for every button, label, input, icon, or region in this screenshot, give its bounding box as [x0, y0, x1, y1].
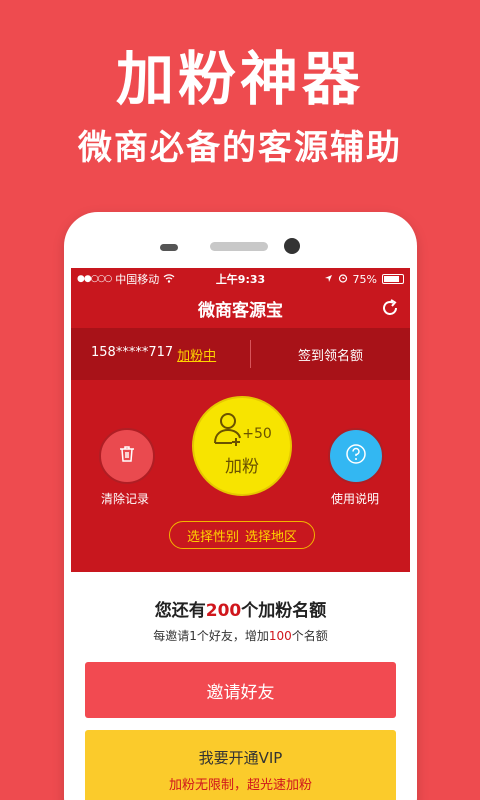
quota-prefix: 您还有 — [154, 601, 206, 621]
help-button[interactable] — [328, 428, 384, 484]
nav-title: 微商客源宝 — [198, 300, 283, 321]
location-icon — [324, 273, 333, 286]
account-phone: 158*****717 — [91, 344, 174, 360]
promo-subtitle: 微商必备的客源辅助 — [78, 128, 402, 168]
add-fans-label: 加粉 — [225, 456, 259, 477]
sensor-dot — [160, 244, 178, 251]
vip-title: 我要开通VIP — [198, 749, 283, 767]
invite-suffix: 个名额 — [291, 629, 328, 643]
front-camera — [284, 238, 300, 254]
invite-hint: 每邀请1个好友，增加100个名额 — [71, 627, 410, 644]
trash-icon — [117, 444, 137, 468]
add-fans-button[interactable]: +50 加粉 — [192, 396, 292, 496]
status-bar: ●●○○○ 中国移动 上午9:33 75% — [71, 268, 410, 290]
invite-prefix: 每邀请1个好友，增加 — [153, 629, 269, 643]
question-icon — [345, 443, 367, 469]
filter-button[interactable]: 选择性别 选择地区 — [169, 521, 315, 549]
signin-button[interactable]: 签到领名额 — [251, 345, 410, 364]
phone-frame: ●●○○○ 中国移动 上午9:33 75% 微商客源宝 158*****717 … — [64, 212, 417, 800]
battery-percent: 75% — [352, 272, 377, 286]
clear-records-label: 清除记录 — [101, 492, 150, 506]
quota-count: 200 — [205, 601, 242, 621]
quota-section: 您还有200个加粉名额 每邀请1个好友，增加100个名额 — [71, 572, 410, 644]
promo-title: 加粉神器 — [115, 45, 364, 113]
add-user-icon — [212, 410, 244, 450]
add-count: +50 — [242, 425, 272, 442]
filter-gender[interactable]: 选择性别 — [187, 526, 239, 545]
alarm-icon — [338, 273, 348, 286]
header-panel: ●●○○○ 中国移动 上午9:33 75% 微商客源宝 158*****717 … — [71, 268, 410, 572]
refresh-icon[interactable] — [380, 298, 400, 318]
vip-description: 加粉无限制，超光速加粉 — [168, 778, 312, 793]
account-status-link[interactable]: 加粉中 — [177, 345, 216, 364]
vip-button[interactable]: 我要开通VIP 加粉无限制，超光速加粉 — [85, 730, 396, 800]
filter-region[interactable]: 选择地区 — [245, 526, 297, 545]
invite-friends-button[interactable]: 邀请好友 — [85, 662, 396, 718]
help-label: 使用说明 — [331, 492, 380, 506]
nav-bar: 微商客源宝 — [71, 290, 410, 326]
clear-records-button[interactable] — [99, 428, 155, 484]
quota-suffix: 个加粉名额 — [241, 601, 327, 621]
account-bar: 158*****717 加粉中 签到领名额 — [71, 328, 410, 380]
invite-count: 100 — [268, 629, 292, 643]
action-area: 清除记录 +50 加粉 使用说明 — [71, 380, 410, 520]
earpiece-speaker — [210, 242, 268, 251]
app-screen: ●●○○○ 中国移动 上午9:33 75% 微商客源宝 158*****717 … — [71, 268, 410, 800]
quota-text: 您还有200个加粉名额 — [71, 596, 410, 621]
battery-icon — [382, 274, 404, 284]
